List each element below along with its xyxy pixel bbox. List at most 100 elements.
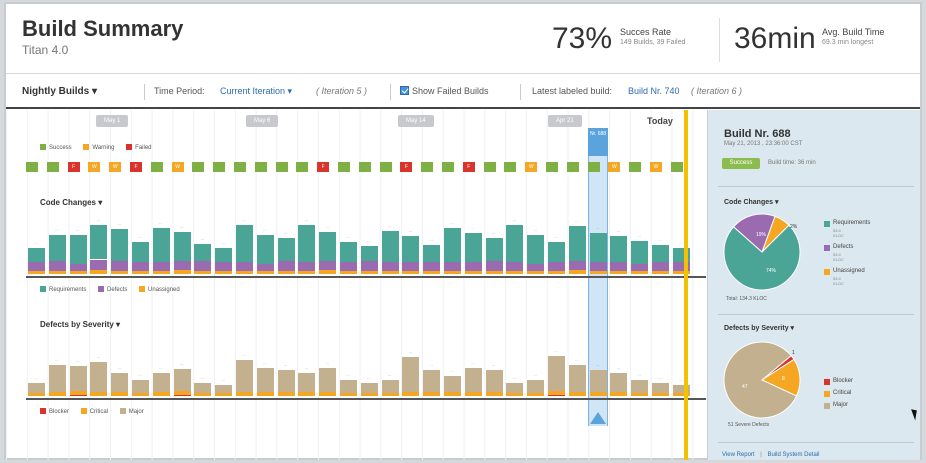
bar[interactable] (69, 366, 87, 396)
panel-defects-title[interactable]: Defects by Severity ▾ (724, 324, 794, 332)
show-failed-checkbox[interactable] (400, 86, 409, 95)
build-status-cell[interactable]: W (650, 162, 662, 172)
build-status-cell[interactable]: F (317, 162, 330, 172)
build-status-cell[interactable] (504, 162, 517, 172)
bar[interactable] (69, 234, 87, 274)
build-status-cell[interactable] (670, 162, 683, 172)
latest-build-link[interactable]: Build Nr. 740 (628, 86, 680, 96)
bar[interactable] (173, 231, 191, 274)
bar[interactable] (652, 245, 669, 274)
time-period-dropdown[interactable]: Current Iteration ▾ (220, 86, 292, 97)
bar[interactable] (464, 367, 482, 396)
build-status-cell[interactable]: W (109, 162, 122, 172)
build-status-cell[interactable]: W (88, 162, 101, 172)
bar[interactable] (256, 234, 274, 274)
build-status-cell[interactable]: F (462, 162, 475, 172)
build-status-cell[interactable] (566, 162, 579, 172)
build-status-cell[interactable]: W (171, 162, 184, 172)
bar[interactable] (589, 233, 607, 274)
defects-title[interactable]: Defects by Severity ▾ (40, 320, 120, 329)
build-status-cell[interactable] (192, 162, 205, 172)
build-status-cell[interactable]: W (608, 162, 621, 172)
build-status-cell[interactable]: W (525, 162, 538, 172)
bar[interactable] (298, 224, 316, 274)
bar[interactable] (277, 237, 295, 274)
build-status-cell[interactable] (379, 162, 392, 172)
bar[interactable] (111, 373, 129, 396)
bar[interactable] (589, 370, 607, 396)
bar[interactable] (360, 382, 378, 396)
show-failed-toggle[interactable]: Show Failed Builds (400, 86, 489, 96)
build-status-cell[interactable] (26, 162, 38, 172)
bar[interactable] (48, 364, 66, 396)
bar[interactable] (631, 240, 649, 274)
bar[interactable] (277, 370, 295, 396)
bar[interactable] (527, 379, 545, 396)
build-status-cell[interactable]: F (67, 162, 80, 172)
bar[interactable] (90, 224, 108, 274)
bar[interactable] (610, 373, 628, 396)
panel-code-changes-title[interactable]: Code Changes ▾ (724, 198, 778, 206)
bar[interactable] (402, 356, 420, 396)
bar[interactable] (152, 373, 170, 396)
build-status-cell[interactable] (358, 162, 371, 172)
bar[interactable] (423, 245, 441, 274)
bar[interactable] (48, 234, 66, 274)
view-report-link[interactable]: View Report (722, 452, 755, 458)
build-status-cell[interactable] (442, 162, 454, 172)
bar[interactable] (298, 373, 316, 396)
bar[interactable] (506, 224, 524, 274)
bar[interactable] (485, 237, 503, 274)
build-status-cell[interactable] (421, 162, 434, 172)
bar[interactable] (132, 379, 149, 396)
bar[interactable] (194, 243, 212, 274)
bar[interactable] (444, 227, 461, 274)
build-status-cell[interactable] (338, 162, 350, 172)
build-status-cell[interactable] (587, 162, 600, 172)
build-status-cell[interactable] (46, 162, 59, 172)
bar[interactable] (256, 367, 274, 396)
bar[interactable] (173, 369, 191, 396)
bar[interactable] (381, 379, 399, 396)
bar[interactable] (28, 382, 45, 396)
bar[interactable] (506, 382, 524, 396)
bar[interactable] (319, 367, 337, 396)
bar[interactable] (631, 379, 649, 396)
bar[interactable] (464, 233, 482, 274)
build-status-cell[interactable]: F (130, 162, 142, 172)
bar[interactable] (111, 229, 129, 274)
bar[interactable] (485, 370, 503, 396)
bar[interactable] (194, 382, 212, 396)
bar[interactable] (236, 224, 253, 274)
build-status-cell[interactable] (234, 162, 246, 172)
build-status-cell[interactable] (296, 162, 309, 172)
bar[interactable] (652, 382, 669, 396)
bar[interactable] (360, 246, 378, 274)
build-status-cell[interactable]: F (400, 162, 413, 172)
bar[interactable] (548, 355, 565, 396)
code-changes-title[interactable]: Code Changes ▾ (40, 198, 102, 207)
bar[interactable] (319, 231, 337, 274)
build-status-cell[interactable] (629, 162, 642, 172)
bar[interactable] (527, 234, 545, 274)
nightly-builds-dropdown[interactable]: Nightly Builds ▾ (22, 86, 97, 97)
bar[interactable] (28, 247, 45, 274)
build-status-cell[interactable] (213, 162, 226, 172)
bar[interactable] (152, 227, 170, 274)
build-status-cell[interactable] (546, 162, 558, 172)
build-status-cell[interactable] (254, 162, 267, 172)
bar[interactable] (340, 379, 357, 396)
build-status-cell[interactable] (150, 162, 163, 172)
selected-build-handle[interactable] (590, 412, 606, 424)
bar[interactable] (610, 236, 628, 274)
bar[interactable] (568, 226, 586, 274)
build-timeline-chart[interactable]: May 1 May 6 May 14 Apr 21 Today Nr. 688 … (6, 110, 706, 460)
build-system-detail-link[interactable]: Build System Detail (767, 452, 819, 458)
bar[interactable] (215, 385, 233, 396)
build-status-cell[interactable] (483, 162, 496, 172)
bar[interactable] (340, 242, 357, 274)
bar[interactable] (548, 242, 565, 274)
bar[interactable] (444, 375, 461, 396)
bar[interactable] (132, 242, 149, 274)
bar[interactable] (402, 236, 420, 274)
